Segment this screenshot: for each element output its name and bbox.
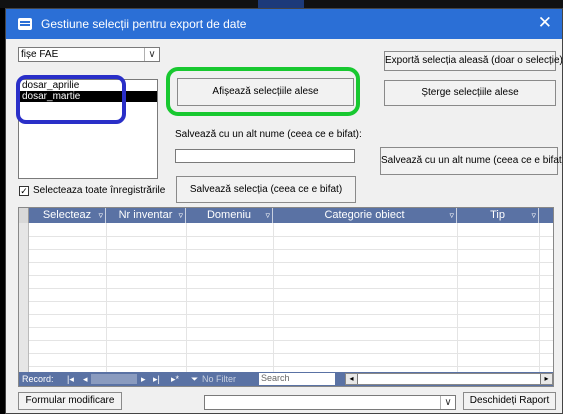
column-header-label: Selecteaz (42, 209, 92, 221)
annotation-green-outline (166, 67, 360, 116)
chevron-down-icon[interactable]: ∨ (440, 396, 455, 409)
chevron-down-icon[interactable]: ∨ (144, 48, 159, 61)
form-icon (18, 18, 32, 30)
table-row (29, 288, 553, 289)
report-combo[interactable]: ∨ (204, 395, 456, 410)
save-as-other-button[interactable]: Salvează cu un alt nume (ceea ce e bifat… (380, 147, 562, 175)
dropdown-arrow-icon[interactable]: ▿ (265, 208, 270, 222)
delete-selected-button[interactable]: Șterge selecțiile alese (384, 80, 556, 106)
table-row (29, 353, 553, 354)
dialog-window: Gestiune selecții pentru export de date … (5, 8, 563, 414)
column-header-label: Nr inventar (118, 209, 173, 221)
record-navigation-bar: Record: |◂ ◂ ▸ ▸| ▸* ⏷ No Filter Search … (19, 372, 553, 386)
scroll-left-icon[interactable]: ◂ (346, 374, 358, 384)
datasheet-header: Selecteaz ▿ Nr inventar ▿ Domeniu ▿ Categor… (19, 208, 553, 223)
column-divider (273, 223, 274, 372)
dropdown-arrow-icon[interactable]: ▿ (449, 208, 454, 222)
export-selected-button[interactable]: Exportă selecția aleasă (doar o selecție… (384, 51, 562, 71)
column-header-nr-inventar[interactable]: Nr inventar ▿ (106, 208, 186, 223)
last-record-icon[interactable]: ▸| (153, 373, 160, 385)
record-selector-column[interactable] (19, 223, 29, 372)
search-input[interactable]: Search (259, 373, 335, 385)
first-record-icon[interactable]: |◂ (67, 373, 74, 385)
no-filter-indicator[interactable]: No Filter (202, 373, 236, 385)
previous-record-icon[interactable]: ◂ (83, 373, 88, 385)
new-record-icon[interactable]: ▸* (171, 373, 179, 385)
column-header-domeniu[interactable]: Domeniu ▿ (186, 208, 273, 223)
filter-icon: ⏷ (191, 374, 199, 384)
background-strip (0, 0, 563, 8)
records-datasheet: Selecteaz ▿ Nr inventar ▿ Domeniu ▿ Categor… (18, 207, 554, 387)
table-row (29, 327, 553, 328)
filter-combo[interactable]: fișe FAE ∨ (18, 47, 160, 62)
column-header-label: Domeniu (206, 209, 252, 221)
window-title: Gestiune selecții pentru export de date (41, 17, 247, 31)
filter-combo-value: fișe FAE (21, 49, 59, 60)
record-number-box[interactable] (91, 374, 137, 384)
next-record-icon[interactable]: ▸ (141, 373, 146, 385)
horizontal-scrollbar[interactable]: ◂ ▸ (345, 373, 553, 385)
select-all-records-corner[interactable] (19, 208, 29, 223)
edit-form-button[interactable]: Formular modificare (18, 392, 122, 410)
annotation-blue-outline (16, 75, 126, 124)
close-button[interactable]: ✕ (538, 14, 552, 32)
column-header-label: Tip (490, 209, 505, 221)
table-row (29, 236, 553, 237)
table-row (29, 275, 553, 276)
column-header-selecteaz[interactable]: Selecteaz ▿ (29, 208, 106, 223)
table-row (29, 262, 553, 263)
column-divider (539, 223, 540, 372)
record-label: Record: (22, 374, 54, 384)
column-divider (457, 223, 458, 372)
table-row (29, 249, 553, 250)
column-header-label: Categorie obiect (324, 209, 405, 221)
select-all-label: Selecteaza toate înregistrările (33, 185, 166, 196)
open-report-button[interactable]: Deschideți Raport (463, 392, 556, 410)
column-divider (106, 223, 107, 372)
save-as-label: Salvează cu un alt nume (ceea ce e bifat… (175, 129, 362, 140)
table-row (29, 301, 553, 302)
save-as-name-input[interactable] (175, 149, 355, 163)
column-header-tip[interactable]: Tip ▿ (457, 208, 539, 223)
dropdown-arrow-icon[interactable]: ▿ (178, 208, 183, 222)
dropdown-arrow-icon[interactable]: ▿ (531, 208, 536, 222)
table-row (29, 340, 553, 341)
dropdown-arrow-icon[interactable]: ▿ (98, 208, 103, 222)
column-header-categorie-obiect[interactable]: Categorie obiect ▿ (273, 208, 457, 223)
save-selection-button[interactable]: Salvează selecția (ceea ce e bifat) (176, 176, 356, 203)
select-all-checkbox[interactable]: ✓ (19, 186, 29, 196)
background-window-edge (258, 0, 304, 8)
column-divider (186, 223, 187, 372)
table-row (29, 366, 553, 367)
title-bar: Gestiune selecții pentru export de date … (6, 9, 562, 39)
table-row (29, 314, 553, 315)
scroll-right-icon[interactable]: ▸ (540, 374, 552, 384)
